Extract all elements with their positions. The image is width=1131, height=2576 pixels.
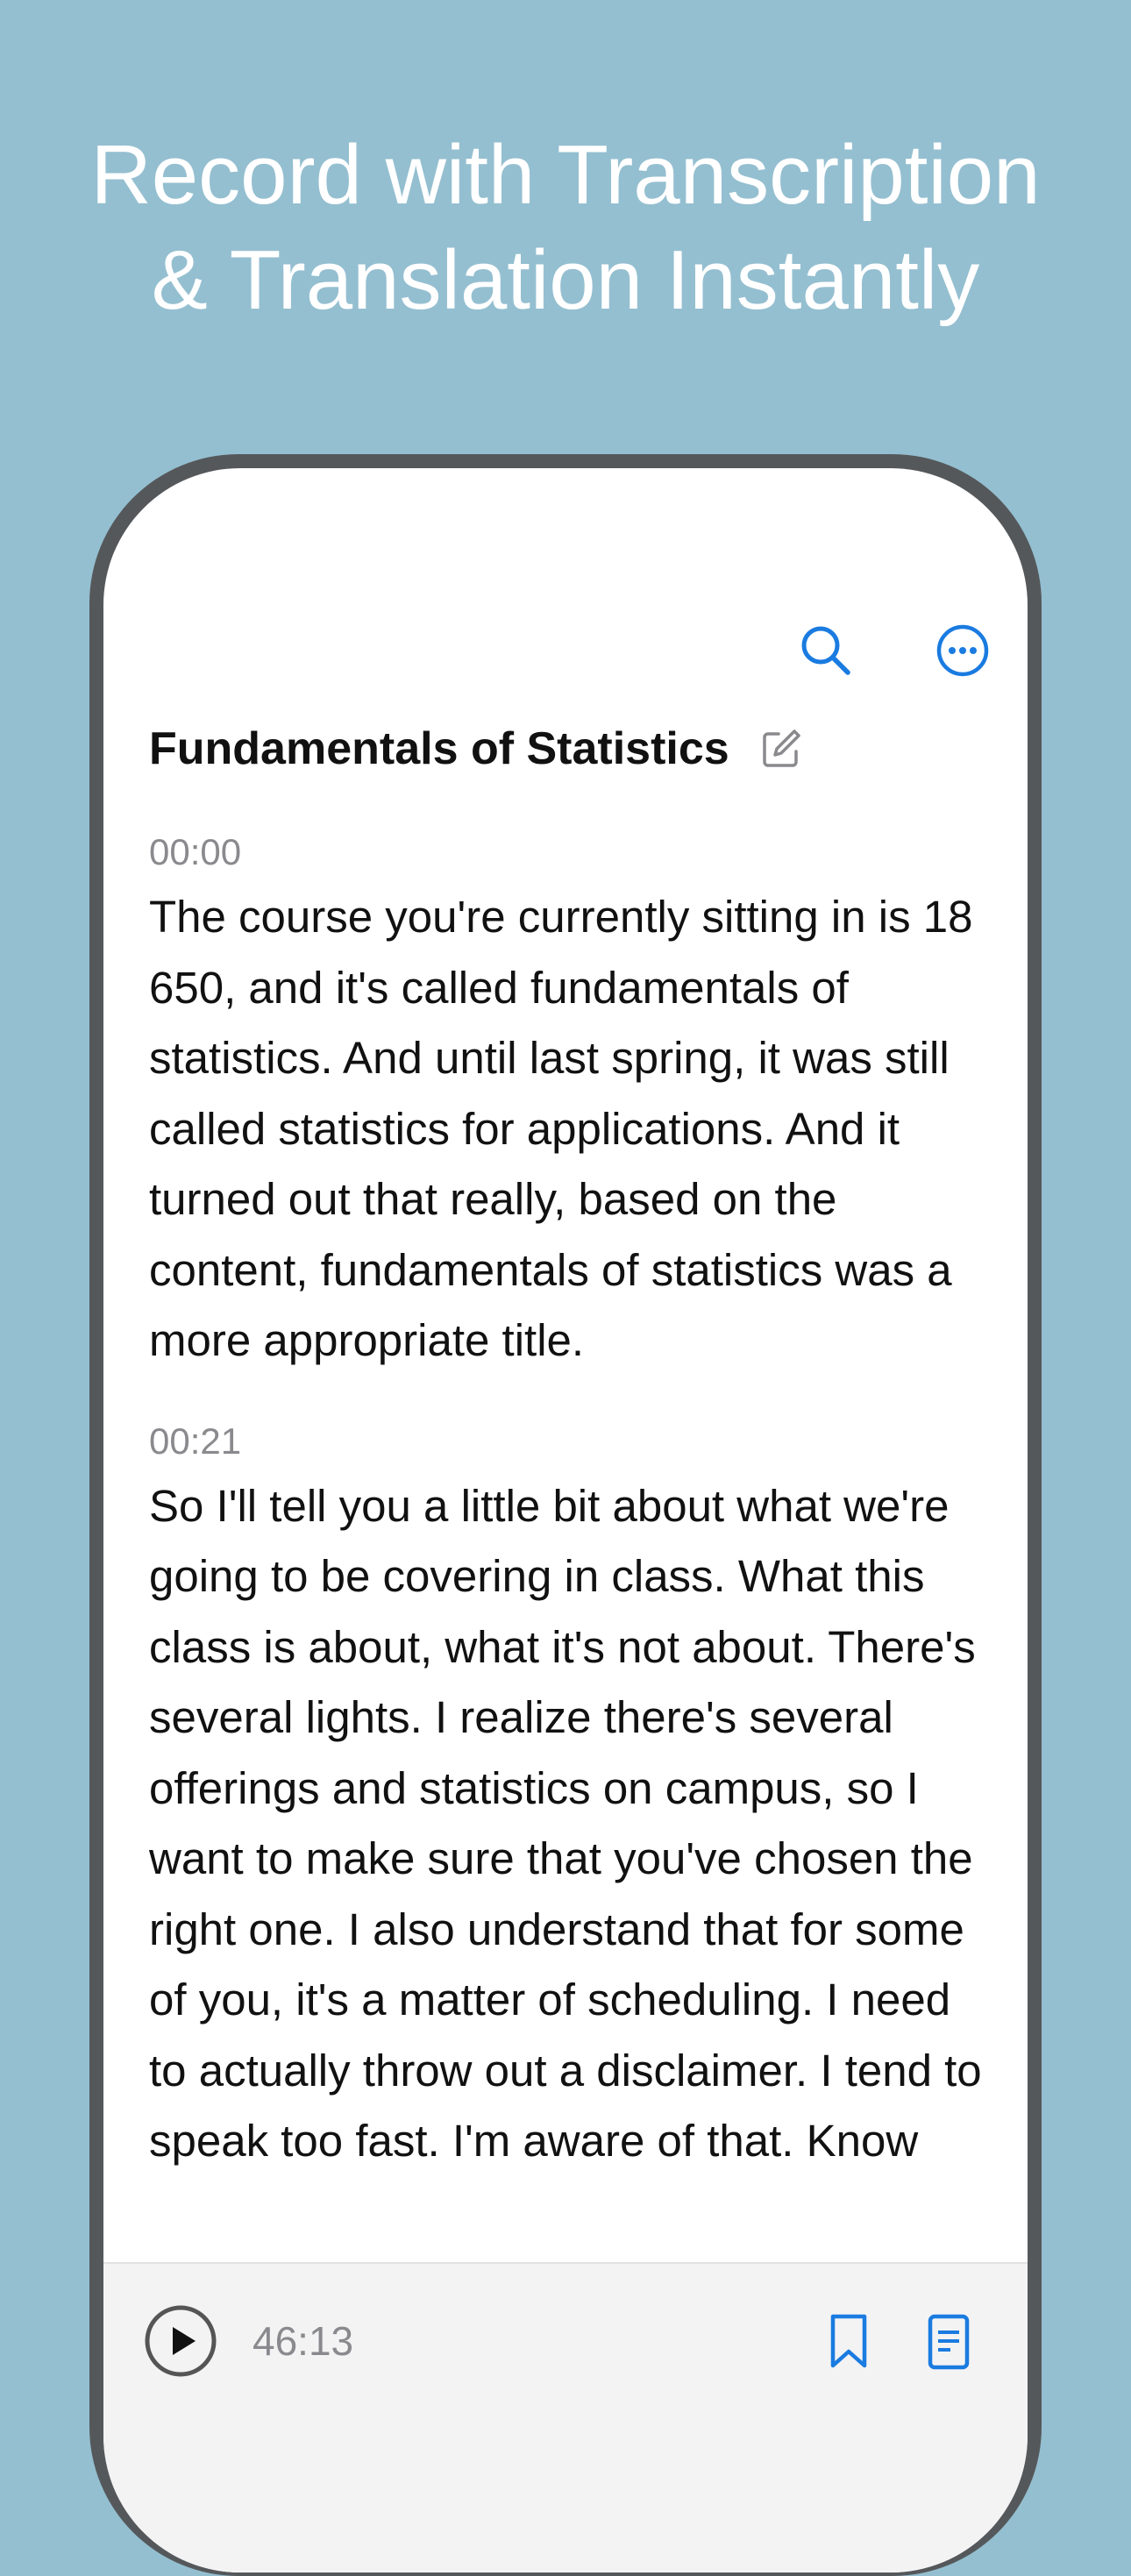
bookmark-icon[interactable] (824, 2313, 873, 2371)
segment-timestamp: 00:21 (149, 1420, 242, 1462)
headline: Record with Transcription & Translation … (0, 123, 1131, 333)
transcript: 00:00 The course you're currently sittin… (149, 828, 999, 2217)
document-icon[interactable] (924, 2313, 973, 2371)
search-icon[interactable] (798, 623, 854, 679)
ellipsis-circle-icon[interactable] (935, 623, 991, 679)
segment-text: The course you're currently sitting in i… (149, 892, 973, 1365)
phone-frame: Fundamentals of Statistics 00:00 The cou… (89, 454, 1042, 2576)
compose-icon[interactable] (759, 727, 803, 771)
transcript-segment[interactable]: 00:21 So I'll tell you a little bit abou… (149, 1417, 999, 2177)
phone-screen: Fundamentals of Statistics 00:00 The cou… (103, 468, 1028, 2572)
recording-title-row: Fundamentals of Statistics (149, 722, 803, 775)
headline-line-1: Record with Transcription (90, 128, 1041, 222)
recording-title: Fundamentals of Statistics (149, 723, 729, 774)
player-bar: 46:13 (103, 2262, 1028, 2572)
transcript-segment[interactable]: 00:00 The course you're currently sittin… (149, 828, 999, 1377)
headline-line-2: & Translation Instantly (151, 233, 980, 327)
recording-duration: 46:13 (253, 2318, 354, 2364)
play-circle-icon[interactable] (144, 2304, 217, 2378)
segment-timestamp: 00:00 (149, 831, 242, 872)
segment-text: So I'll tell you a little bit about what… (149, 1480, 982, 2167)
